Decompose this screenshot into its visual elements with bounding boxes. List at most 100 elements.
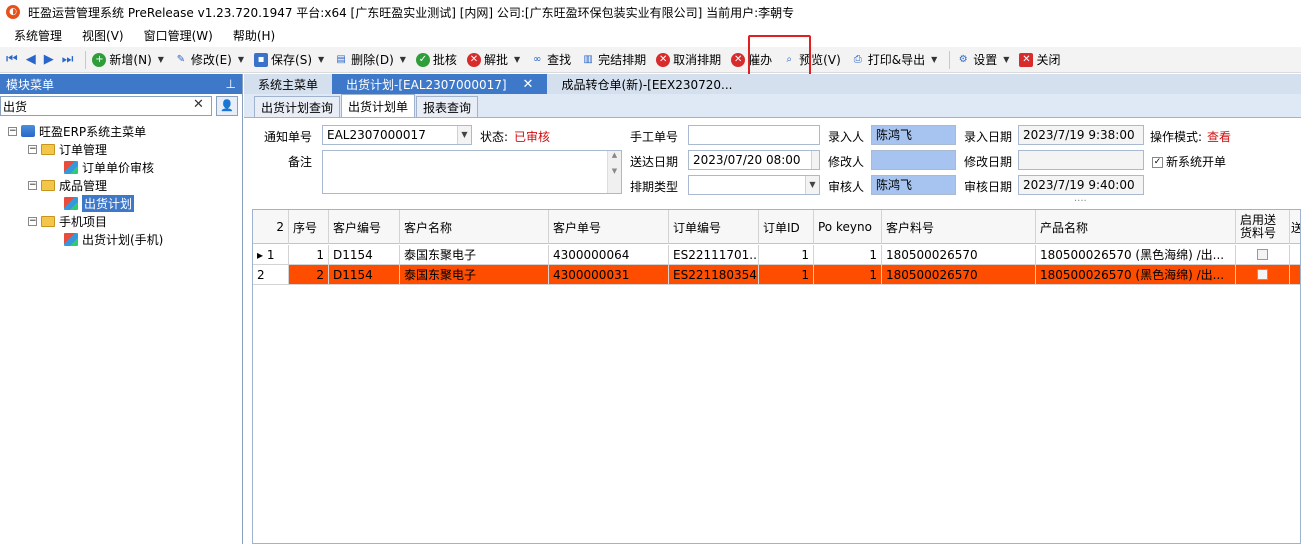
save-button[interactable]: ▪ 保存(S) ▼ — [252, 49, 326, 71]
cancel-schedule-button[interactable]: ✕ 取消排期 — [654, 49, 723, 71]
manual-no-field[interactable] — [688, 125, 820, 145]
checkbox-unchecked-icon[interactable] — [1257, 249, 1268, 260]
collapse-icon[interactable]: − — [28, 180, 37, 190]
settings-button[interactable]: ⚙ 设置 ▼ — [954, 49, 1011, 71]
new-system-checkbox[interactable]: ✓ 新系统开单 — [1152, 153, 1226, 170]
collapse-icon[interactable]: − — [28, 216, 37, 226]
table-row[interactable]: ▸ 1 1 D1154 泰国东聚电子 4300000064 ES22111701… — [253, 245, 1300, 265]
tree-item-shipping-plan[interactable]: 出货计划 — [64, 194, 135, 212]
app-logo-icon: ◐ — [6, 5, 20, 19]
row-indicator: 2 — [253, 265, 289, 285]
dropdown-arrow-icon[interactable]: ▼ — [805, 176, 819, 194]
col-header-order-id[interactable]: 订单ID — [759, 210, 814, 244]
close-label: 关闭 — [1036, 53, 1061, 67]
tree-item-shipping-plan-mobile[interactable]: 出货计划(手机) — [64, 230, 163, 248]
cell-delivery — [1290, 265, 1300, 285]
col-header-cust-part[interactable]: 客户料号 — [882, 210, 1036, 244]
window-title: 旺盈运营管理系统 PreRelease v1.23.720.1947 平台:x6… — [28, 5, 795, 20]
preview-button[interactable]: ⌕ 预览(V) — [780, 49, 843, 71]
remark-label: 备注 — [288, 155, 313, 169]
search-label: 查找 — [547, 53, 572, 67]
tree-item-order-price-review[interactable]: 订单单价审核 — [64, 158, 154, 176]
prev-record-icon[interactable]: ◀ — [26, 52, 36, 67]
edit-button[interactable]: ✎ 修改(E) ▼ — [172, 49, 246, 71]
cell-enable-delivery-part[interactable] — [1236, 245, 1290, 265]
tree-item-mobile-project[interactable]: − 手机项目 — [28, 212, 107, 230]
unapprove-dropdown-icon[interactable]: ▼ — [514, 55, 520, 64]
collapse-icon[interactable]: − — [28, 144, 37, 154]
tree-item-order-mgmt[interactable]: − 订单管理 — [28, 140, 107, 158]
user-search-icon[interactable]: 👤 — [216, 96, 238, 116]
table-row[interactable]: 2 2 D1154 泰国东聚电子 4300000031 ES221180354 … — [253, 265, 1300, 285]
tab-shipping-plan[interactable]: 出货计划-[EAL2307000017] ✕ — [332, 74, 548, 94]
tab-transfer[interactable]: 成品转仓单(新)-[EEX230720... — [547, 74, 746, 94]
new-dropdown-icon[interactable]: ▼ — [158, 55, 164, 64]
cell-seq: 2 — [289, 265, 329, 285]
tree-item-label: 成品管理 — [59, 178, 108, 193]
tab-main-menu[interactable]: 系统主菜单 — [244, 74, 332, 94]
tab-close-icon[interactable]: ✕ — [523, 77, 534, 92]
subtab-label: 出货计划查询 — [261, 100, 334, 115]
cell-cust-name: 泰国东聚电子 — [400, 245, 549, 265]
subtab-query[interactable]: 出货计划查询 — [254, 96, 341, 117]
form-icon — [64, 160, 78, 174]
remark-field[interactable]: ▲ ▼ — [322, 150, 622, 194]
dropdown-arrow-icon[interactable]: ▼ — [457, 126, 471, 144]
cancel-schedule-label: 取消排期 — [673, 53, 722, 67]
subtab-report[interactable]: 报表查询 — [416, 96, 479, 117]
settings-dropdown-icon[interactable]: ▼ — [1003, 55, 1009, 64]
col-header-cust-name[interactable]: 客户名称 — [400, 210, 549, 244]
schedule-type-select[interactable]: ▼ — [688, 175, 820, 195]
delete-dropdown-icon[interactable]: ▼ — [400, 55, 406, 64]
last-record-icon[interactable]: ⏭ — [62, 52, 74, 67]
subtab-label: 报表查询 — [423, 100, 472, 115]
tree-root[interactable]: − 旺盈ERP系统主菜单 — [8, 122, 146, 140]
pin-icon[interactable]: ⊥ — [226, 77, 236, 91]
col-header-delivery[interactable]: 送 — [1290, 210, 1300, 244]
cell-enable-delivery-part[interactable] — [1236, 265, 1290, 285]
col-header-cust-order[interactable]: 客户单号 — [549, 210, 669, 244]
col-header-cust-code[interactable]: 客户编号 — [329, 210, 400, 244]
print-dropdown-icon[interactable]: ▼ — [931, 55, 937, 64]
cell-cust-name: 泰国东聚电子 — [400, 265, 549, 285]
first-record-icon[interactable]: ⏮ — [6, 52, 18, 67]
checkbox-unchecked-icon[interactable] — [1257, 269, 1268, 280]
tree-item-product-mgmt[interactable]: − 成品管理 — [28, 176, 107, 194]
remark-scrollbar[interactable]: ▲ ▼ — [607, 151, 621, 193]
col-header-enable-delivery-part[interactable]: 启用送货料号 — [1236, 210, 1290, 244]
col-header-product[interactable]: 产品名称 — [1036, 210, 1236, 244]
col-header-po-keyno[interactable]: Po keyno — [814, 210, 882, 244]
col-header-seq[interactable]: 序号 — [289, 210, 329, 244]
finish-schedule-button[interactable]: ▥ 完结排期 — [579, 49, 648, 71]
date-picker-icon[interactable] — [811, 151, 819, 169]
urge-button[interactable]: ✕ 催办 — [729, 49, 774, 71]
unapprove-label: 解批 — [483, 53, 508, 67]
checkbox-checked-icon: ✓ — [1152, 157, 1163, 168]
menu-system[interactable]: 系统管理 — [14, 27, 62, 44]
delivery-date-field[interactable]: 2023/07/20 08:00 — [688, 150, 820, 170]
save-dropdown-icon[interactable]: ▼ — [318, 55, 324, 64]
col-header-order-no[interactable]: 订单编号 — [669, 210, 759, 244]
edit-dropdown-icon[interactable]: ▼ — [238, 55, 244, 64]
preview-label: 预览(V) — [799, 53, 841, 67]
next-record-icon[interactable]: ▶ — [44, 52, 54, 67]
tree-item-label: 订单单价审核 — [82, 160, 155, 175]
menu-search-input[interactable] — [0, 96, 212, 116]
close-button[interactable]: ✕ 关闭 — [1017, 49, 1062, 71]
tab-label: 出货计划-[EAL2307000017] — [346, 77, 507, 92]
menu-window[interactable]: 窗口管理(W) — [144, 27, 213, 44]
print-export-button[interactable]: ⎙ 打印&导出 ▼ — [849, 49, 940, 71]
notice-no-label: 通知单号 — [264, 130, 313, 144]
collapse-icon[interactable]: − — [8, 126, 17, 136]
subtab-form[interactable]: 出货计划单 — [341, 94, 416, 117]
menu-help[interactable]: 帮助(H) — [233, 27, 275, 44]
unapprove-button[interactable]: ✕ 解批 ▼ — [465, 49, 522, 71]
notice-no-field[interactable]: EAL2307000017 ▼ — [322, 125, 472, 145]
approve-button[interactable]: ✓ 批核 — [414, 49, 459, 71]
delete-button[interactable]: ▤ 删除(D) ▼ — [332, 49, 408, 71]
menu-view[interactable]: 视图(V) — [82, 27, 124, 44]
search-button[interactable]: ∞ 查找 — [528, 49, 573, 71]
new-button[interactable]: + 新增(N) ▼ — [90, 49, 166, 71]
clear-search-icon[interactable]: ✕ — [193, 97, 204, 112]
splitter-grip[interactable]: ···· — [1074, 196, 1087, 207]
